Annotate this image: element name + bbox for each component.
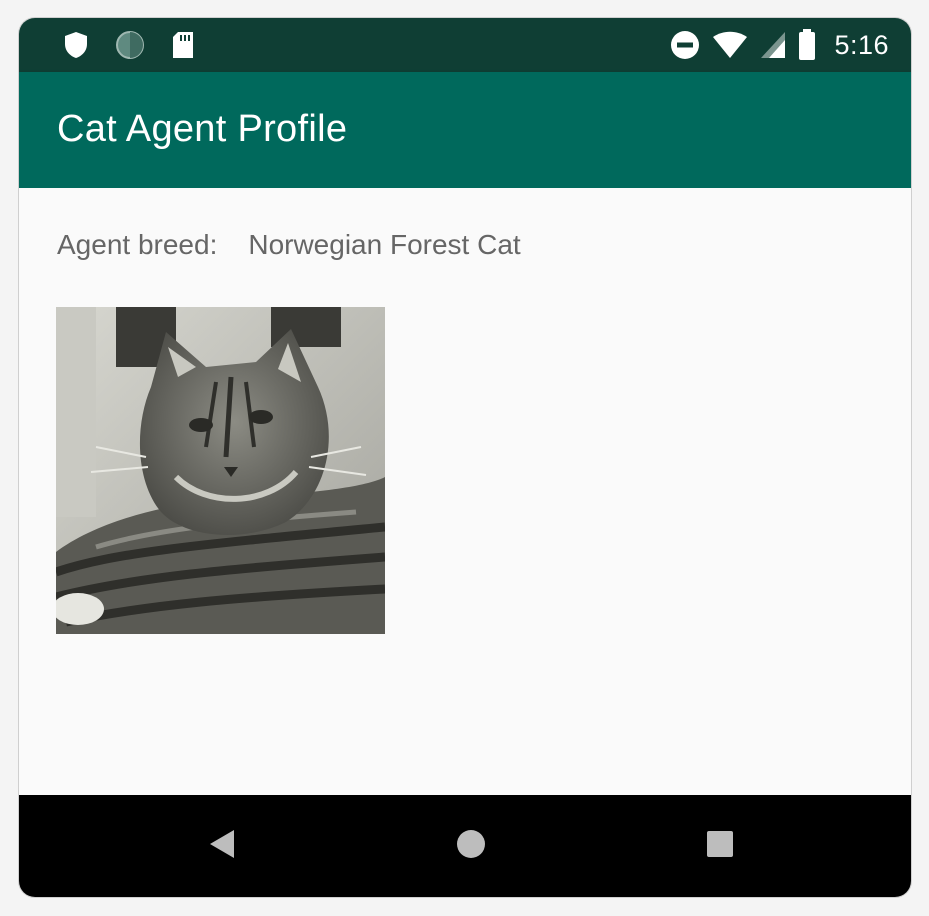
clock: 5:16	[834, 29, 889, 60]
page-title: Cat Agent Profile	[57, 108, 348, 150]
cat-photo	[56, 307, 385, 634]
shield-icon	[63, 31, 89, 59]
sync-circle-icon	[115, 30, 145, 60]
navigation-bar	[19, 795, 911, 897]
back-icon	[208, 828, 236, 865]
app-bar: Cat Agent Profile	[19, 72, 911, 188]
breed-label: Agent breed:	[57, 229, 218, 260]
phone-screen: 5:16 Cat Agent Profile Agent breed: Norwe…	[19, 18, 911, 897]
profile-content: Agent breed: Norwegian Forest Cat	[19, 188, 911, 795]
sd-card-icon	[171, 31, 195, 59]
back-button[interactable]	[182, 795, 262, 897]
breed-value: Norwegian Forest Cat	[248, 229, 521, 260]
recents-icon	[705, 829, 735, 864]
home-button[interactable]	[431, 795, 511, 897]
do-not-disturb-icon	[670, 30, 700, 60]
breed-row: Agent breed: Norwegian Forest Cat	[57, 229, 521, 261]
cell-signal-icon	[760, 31, 786, 59]
recents-button[interactable]	[680, 795, 760, 897]
wifi-icon	[712, 31, 748, 59]
status-bar: 5:16	[19, 18, 911, 72]
battery-icon	[798, 29, 816, 61]
home-icon	[455, 828, 487, 865]
